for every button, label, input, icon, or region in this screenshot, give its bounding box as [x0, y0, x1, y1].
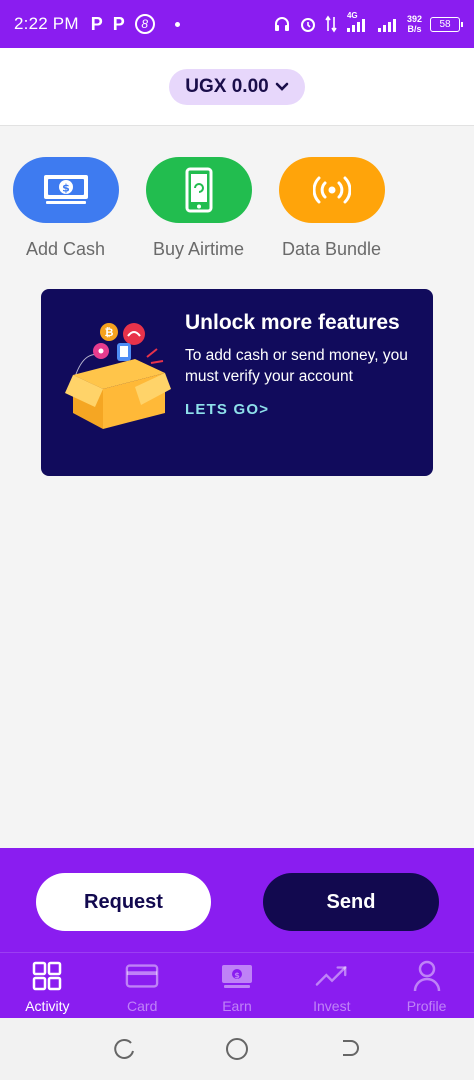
promo-title: Unlock more features	[185, 311, 400, 334]
svg-text:₿: ₿	[105, 326, 114, 339]
nav-item-activity[interactable]: Activity	[0, 953, 95, 1018]
grid-icon	[30, 959, 64, 993]
nav-label-activity: Activity	[25, 998, 70, 1014]
signal-bars-icon	[377, 19, 396, 32]
status-time: 2:22 PM	[14, 14, 79, 33]
svg-text:$: $	[62, 182, 70, 195]
send-button[interactable]: Send	[263, 873, 439, 931]
broadcast-icon	[312, 176, 351, 204]
nav-item-invest[interactable]: Invest	[284, 953, 379, 1018]
back-icon[interactable]	[337, 1037, 361, 1061]
add-cash-button[interactable]: $	[12, 157, 119, 223]
svg-text:$: $	[234, 971, 240, 980]
promo-body: To add cash or send money, you must veri…	[185, 347, 408, 385]
cash-icon: $	[43, 175, 88, 204]
data-transfer-icon	[325, 15, 337, 33]
money-icon: $	[220, 959, 254, 993]
system-icons: 4G 392 B/s 58	[273, 11, 463, 34]
alarm-icon	[300, 18, 315, 32]
gift-box-illustration: ₿	[65, 323, 171, 429]
more-notifications-dot-icon	[174, 21, 180, 27]
nav-label-profile: Profile	[406, 998, 447, 1014]
network-speed-unit: B/s	[407, 24, 422, 34]
promo-lets-go-link[interactable]: LETS GO>	[185, 401, 415, 418]
bottom-navigation: Activity Card $ Earn Invest Profile	[0, 953, 474, 1018]
quick-actions: $ Add Cash Buy Airtime Data Bundle	[12, 157, 385, 260]
nav-item-card[interactable]: Card	[95, 953, 190, 1018]
signal-4g-icon: 4G	[345, 11, 369, 33]
home-icon[interactable]	[224, 1036, 250, 1062]
buy-airtime-button[interactable]	[145, 157, 252, 223]
header: UGX 0.00	[0, 48, 474, 126]
notification-p-icon: P	[112, 13, 125, 34]
nav-label-earn: Earn	[222, 998, 252, 1014]
network-speed-value: 392	[406, 14, 422, 24]
data-bundle-button[interactable]	[278, 157, 385, 223]
nav-item-profile[interactable]: Profile	[379, 953, 474, 1018]
headphones-icon	[274, 17, 289, 31]
trend-icon	[315, 959, 349, 993]
phone-icon	[185, 167, 212, 213]
add-cash-label: Add Cash	[25, 239, 106, 259]
battery-icon: 58	[430, 16, 463, 32]
currency-selector[interactable]: UGX 0.00	[169, 68, 305, 105]
notification-p-icon: P	[90, 13, 103, 34]
nav-label-card: Card	[127, 998, 158, 1014]
notification-b-icon: 8	[134, 14, 155, 34]
chevron-down-icon	[275, 82, 289, 91]
notification-icons: P P 8	[91, 14, 180, 35]
person-icon	[410, 959, 444, 993]
add-cash-action[interactable]: $ Add Cash	[12, 157, 119, 260]
buy-airtime-action[interactable]: Buy Airtime	[145, 157, 252, 260]
currency-balance: UGX 0.00	[185, 75, 269, 97]
battery-level: 58	[439, 18, 451, 30]
nav-label-invest: Invest	[313, 998, 351, 1014]
card-icon	[125, 959, 159, 993]
verify-promo-card[interactable]: ₿ Unlock more features To add cash or se…	[41, 289, 433, 476]
data-bundle-action[interactable]: Data Bundle	[278, 157, 385, 260]
buy-airtime-label: Buy Airtime	[152, 239, 245, 259]
promo-text: Unlock more features To add cash or send…	[185, 311, 415, 418]
recents-icon[interactable]	[113, 1037, 137, 1061]
system-navigation-bar	[0, 1018, 474, 1080]
data-bundle-label: Data Bundle	[281, 239, 382, 259]
status-bar: 2:22 PM P P 8 4G 392 B/s 58	[0, 0, 474, 48]
network-speed: 392 B/s	[407, 14, 422, 34]
nav-item-earn[interactable]: $ Earn	[190, 953, 285, 1018]
request-button[interactable]: Request	[36, 873, 211, 931]
